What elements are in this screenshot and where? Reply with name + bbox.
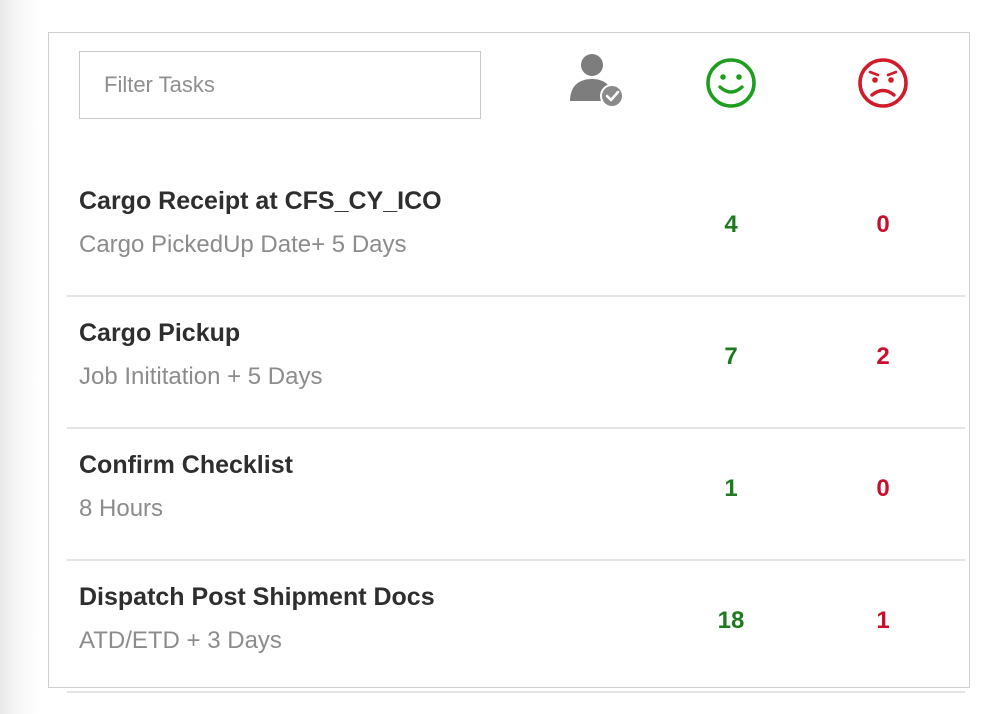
task-sla: Job Inititation + 5 Days (79, 363, 323, 390)
delayed-count[interactable]: 1 (833, 607, 933, 635)
on-time-count[interactable]: 4 (681, 211, 781, 239)
task-list: Cargo Receipt at CFS_CY_ICO Cargo Picked… (67, 165, 965, 693)
task-row[interactable]: Dispatch Post Shipment Docs ATD/ETD + 3 … (67, 561, 965, 693)
task-sla: ATD/ETD + 3 Days (79, 627, 282, 654)
task-title: Dispatch Post Shipment Docs (79, 583, 435, 611)
frown-icon[interactable] (857, 57, 909, 109)
delayed-count[interactable]: 0 (833, 475, 933, 503)
filter-tasks-input[interactable] (79, 51, 481, 119)
delayed-count[interactable]: 2 (833, 343, 933, 371)
on-time-count[interactable]: 7 (681, 343, 781, 371)
task-sla: 8 Hours (79, 495, 164, 522)
delayed-count[interactable]: 0 (833, 211, 933, 239)
user-check-icon[interactable] (565, 51, 629, 111)
task-title: Confirm Checklist (79, 451, 293, 479)
on-time-count[interactable]: 1 (681, 475, 781, 503)
panel-header (49, 33, 969, 183)
task-row[interactable]: Cargo Pickup Job Inititation + 5 Days 7 … (67, 297, 965, 429)
task-row[interactable]: Cargo Receipt at CFS_CY_ICO Cargo Picked… (67, 165, 965, 297)
task-title: Cargo Pickup (79, 319, 241, 347)
smile-icon[interactable] (705, 57, 757, 109)
task-summary-panel: Cargo Receipt at CFS_CY_ICO Cargo Picked… (48, 32, 970, 693)
task-row[interactable]: Confirm Checklist 8 Hours 1 0 (67, 429, 965, 561)
on-time-count[interactable]: 18 (681, 607, 781, 635)
task-title: Cargo Receipt at CFS_CY_ICO (79, 187, 442, 215)
task-sla: Cargo PickedUp Date+ 5 Days (79, 231, 407, 258)
